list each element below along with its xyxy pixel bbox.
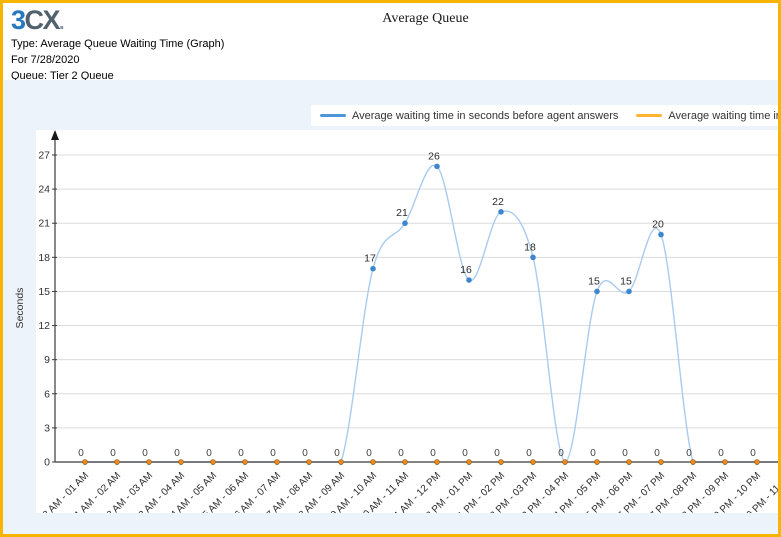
report-meta: Type: Average Queue Waiting Time (Graph)…: [11, 36, 224, 84]
svg-text:0: 0: [238, 448, 244, 459]
svg-text:0: 0: [366, 448, 372, 459]
svg-text:0: 0: [750, 448, 756, 459]
svg-text:26: 26: [428, 150, 440, 162]
logo-part-cx: CX: [24, 5, 61, 35]
y-axis-title: Seconds: [14, 287, 26, 329]
svg-text:0: 0: [494, 448, 500, 459]
chart-svg: 036912151821242712 AM - 01 AM01 AM - 02 …: [37, 130, 778, 513]
svg-text:0: 0: [398, 448, 404, 459]
svg-text:0: 0: [430, 448, 436, 459]
meta-date: For 7/28/2020: [11, 54, 80, 66]
svg-text:15: 15: [588, 275, 600, 287]
report-title: Average Queue: [382, 11, 469, 26]
blue-line-swatch-icon: [320, 114, 346, 117]
svg-text:17: 17: [364, 253, 376, 265]
svg-text:0: 0: [590, 448, 596, 459]
svg-text:0: 0: [558, 448, 564, 459]
svg-text:3: 3: [44, 422, 50, 434]
svg-text:0: 0: [174, 448, 180, 459]
svg-text:0: 0: [462, 448, 468, 459]
legend-label: Average waiting time in seconds before a…: [352, 109, 619, 122]
svg-text:18: 18: [524, 241, 536, 253]
meta-type: Type: Average Queue Waiting Time (Graph): [11, 38, 225, 50]
svg-text:21: 21: [396, 207, 408, 219]
svg-text:0: 0: [622, 448, 628, 459]
legend-label: Average waiting time in seconds before c: [668, 109, 778, 122]
svg-text:20: 20: [652, 219, 664, 231]
svg-text:0: 0: [718, 448, 724, 459]
svg-text:0: 0: [78, 448, 84, 459]
svg-text:0: 0: [206, 448, 212, 459]
svg-text:0: 0: [44, 457, 50, 469]
svg-text:27: 27: [38, 150, 50, 162]
logo-dot: .: [59, 12, 65, 34]
svg-text:15: 15: [620, 275, 632, 287]
svg-text:0: 0: [270, 448, 276, 459]
svg-text:18: 18: [38, 252, 50, 264]
svg-text:6: 6: [44, 388, 50, 400]
svg-text:0: 0: [654, 448, 660, 459]
svg-text:21: 21: [38, 218, 50, 230]
svg-text:0: 0: [142, 448, 148, 459]
svg-text:0: 0: [526, 448, 532, 459]
svg-text:12: 12: [38, 320, 50, 332]
report-window: 3CX. Average Queue Type: Average Queue W…: [0, 0, 781, 537]
svg-text:22: 22: [492, 196, 504, 208]
svg-text:9: 9: [44, 354, 50, 366]
orange-line-swatch-icon: [636, 114, 663, 117]
chart-canvas: Average waiting time in seconds before a…: [3, 80, 778, 534]
3cx-logo: 3CX.: [11, 5, 65, 36]
legend-item-caller: Average waiting time in seconds before c: [636, 110, 778, 122]
report-header: 3CX. Average Queue Type: Average Queue W…: [3, 3, 778, 82]
logo-part-3: 3: [11, 5, 26, 35]
plot-panel: 0 3 6 9 12 15 18 21 24 27 12 AM - 01 AM 01 AM - 02 …: [36, 130, 778, 513]
legend-item-agent-answers: Average waiting time in seconds before a…: [320, 110, 618, 122]
chart-legend: Average waiting time in seconds before a…: [311, 105, 778, 126]
svg-text:0: 0: [110, 448, 116, 459]
svg-text:16: 16: [460, 264, 472, 276]
svg-text:15: 15: [38, 286, 50, 298]
svg-text:0: 0: [302, 448, 308, 459]
svg-text:0: 0: [334, 448, 340, 459]
svg-text:0: 0: [686, 448, 692, 459]
svg-text:24: 24: [38, 184, 50, 196]
